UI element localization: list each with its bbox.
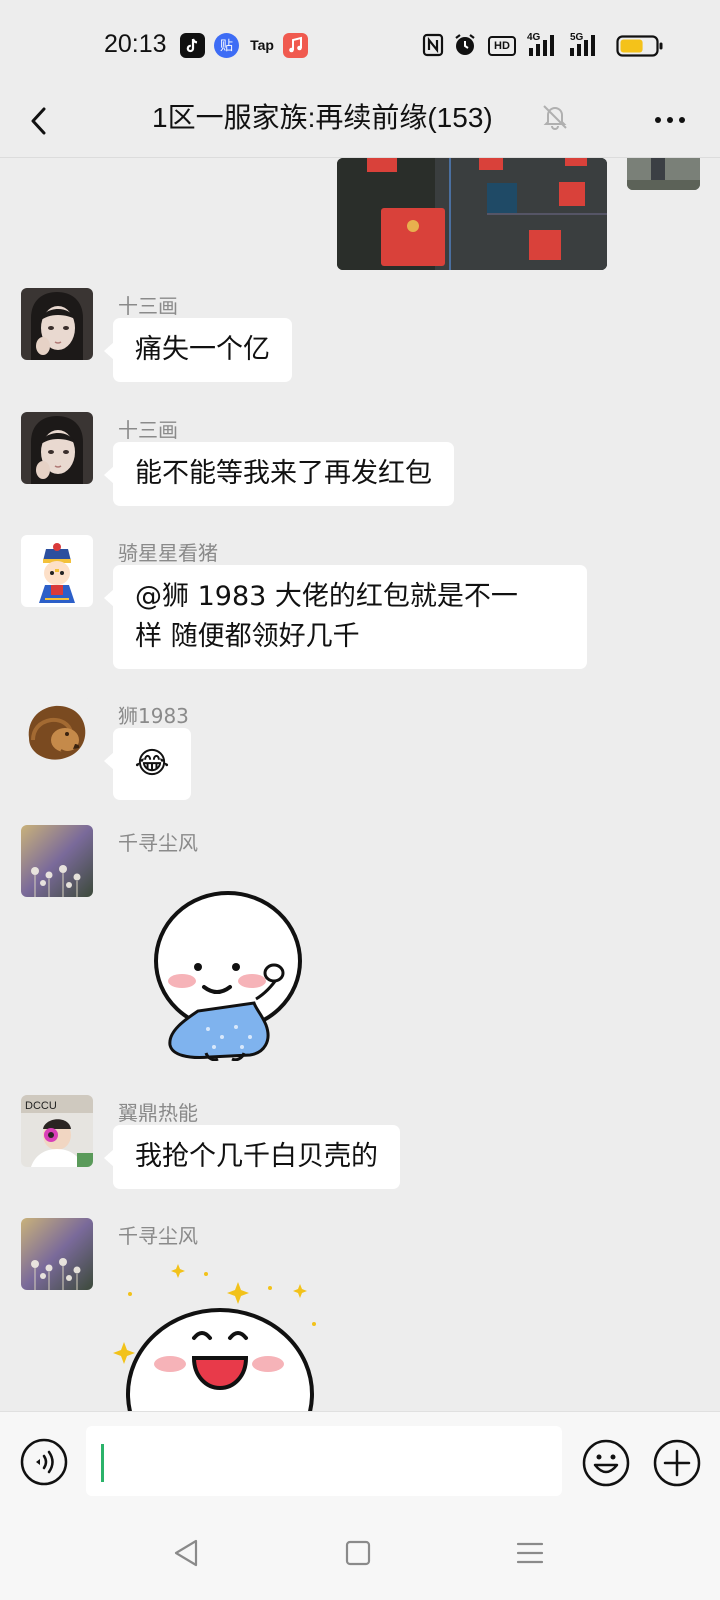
sender-name: 翼鼎热能: [118, 1101, 198, 1125]
hd-icon: HD: [488, 36, 516, 56]
laughing-tears-emoji: 😂: [134, 746, 170, 781]
message-list[interactable]: 十三画 痛失一个亿 十三画 能不能等我来了再发红包 骑星星看猪 @狮 1983 …: [0, 158, 720, 1411]
bell-off-icon: [543, 105, 567, 130]
alarm-icon: [455, 34, 475, 55]
emoji-icon[interactable]: [581, 1438, 631, 1488]
nfc-icon: [422, 33, 444, 57]
wechat-group-chat-screen: 20:13 贴 Tap HD 4G 5G 1区一服家族:再续前缘(153) 十三…: [0, 0, 720, 1600]
signal-4g-icon: 4G: [527, 32, 561, 58]
plus-circle-icon[interactable]: [652, 1438, 702, 1488]
avatar-anime-girl[interactable]: [21, 412, 93, 484]
sender-name: 十三画: [118, 294, 178, 318]
voice-icon[interactable]: [20, 1438, 68, 1486]
avatar-anime-girl[interactable]: [21, 288, 93, 360]
battery-icon: [616, 35, 663, 57]
message-bubble[interactable]: @狮 1983 大佬的红包就是不一 样 随便都领好几千: [104, 565, 587, 669]
message-input[interactable]: [86, 1426, 562, 1496]
sender-name: 十三画: [118, 418, 178, 442]
image-message-partial[interactable]: [627, 158, 700, 190]
avatar-cartoon-boy[interactable]: [21, 535, 93, 607]
chat-input-bar: [0, 1411, 720, 1505]
avatar-child-photo[interactable]: DCCU: [21, 1095, 93, 1167]
sender-name: 千寻尘风: [118, 831, 198, 855]
image-message-red-packets[interactable]: [337, 158, 607, 270]
message-bubble[interactable]: 我抢个几千白贝壳的: [104, 1125, 400, 1189]
menu-lines-icon[interactable]: [510, 1533, 550, 1573]
status-bar: 20:13 贴 Tap HD 4G 5G: [0, 0, 720, 88]
system-navigation-bar: [0, 1505, 720, 1600]
chat-title: 1区一服家族:再续前缘(153): [152, 102, 493, 133]
taptap-icon: Tap: [250, 37, 274, 53]
message-text-line-1: @狮 1983 大佬的红包就是不一: [135, 581, 518, 612]
home-square-icon[interactable]: [338, 1533, 378, 1573]
hd-label: HD: [494, 40, 510, 52]
signal-5g-icon: 5G: [566, 32, 602, 58]
sender-name: 千寻尘风: [118, 1224, 198, 1248]
tiktok-icon: [180, 33, 205, 58]
music-icon: [283, 33, 308, 58]
avatar-dandelions[interactable]: [21, 1218, 93, 1290]
emoji-message-bubble[interactable]: 😂: [104, 728, 191, 800]
svg-text:DCCU: DCCU: [25, 1100, 57, 1112]
avatar-dandelions[interactable]: [21, 825, 93, 897]
sticker-happy-blob[interactable]: [110, 1264, 330, 1411]
back-triangle-icon[interactable]: [166, 1533, 206, 1573]
photo-thumbnail: [627, 158, 700, 190]
message-bubble[interactable]: 痛失一个亿: [104, 318, 292, 382]
status-time: 20:13: [104, 30, 167, 58]
sender-name: 骑星星看猪: [118, 541, 218, 565]
message-bubble[interactable]: 能不能等我来了再发红包: [104, 442, 454, 506]
more-horizontal-icon[interactable]: [650, 100, 690, 140]
chat-header: 1区一服家族:再续前缘(153): [0, 88, 720, 158]
screenshot-thumbnail: [337, 158, 607, 270]
chevron-left-icon[interactable]: [20, 98, 66, 144]
avatar-lion[interactable]: [21, 698, 93, 770]
message-text-line-2: 样 随便都领好几千: [135, 621, 360, 652]
sender-name: 狮1983: [118, 704, 189, 728]
tieba-icon: 贴: [214, 33, 239, 58]
text-cursor: [101, 1444, 104, 1482]
sticker-waving-blob[interactable]: [148, 881, 308, 1061]
